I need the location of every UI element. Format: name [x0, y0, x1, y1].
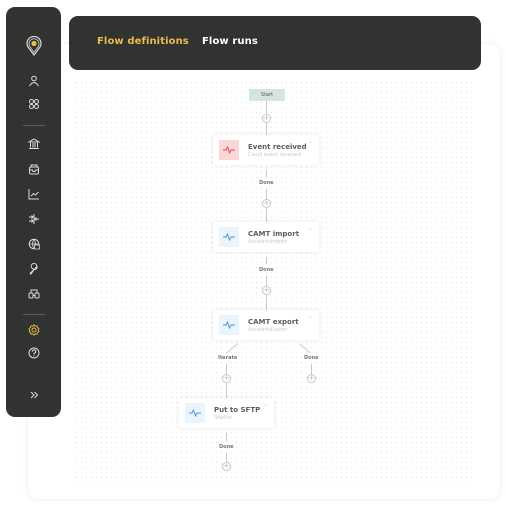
- wrench-icon[interactable]: [27, 262, 41, 276]
- help-icon[interactable]: [27, 346, 41, 360]
- chevron-down-icon[interactable]: ⌄: [308, 313, 313, 320]
- node-subtitle: AccountsExport: [248, 327, 288, 333]
- node-title: CAMT export: [248, 318, 299, 326]
- connector-line: [266, 101, 267, 115]
- pin-logo-icon[interactable]: [25, 36, 43, 56]
- add-step-button[interactable]: +: [222, 374, 231, 383]
- sidebar-divider: [23, 314, 45, 315]
- chevron-down-icon[interactable]: ⌄: [308, 138, 313, 145]
- user-icon[interactable]: [27, 74, 41, 88]
- connector-line: [311, 364, 312, 374]
- connector-line: [226, 453, 227, 462]
- tab-flow-definitions[interactable]: Flow definitions: [97, 36, 189, 47]
- connector-line: [266, 276, 267, 286]
- double-chevron-right-icon[interactable]: [27, 388, 41, 402]
- pulse-icon: [219, 227, 239, 247]
- node-title: Event received: [248, 143, 307, 151]
- node-title: CAMT import: [248, 230, 300, 238]
- header-bar: Flow definitions Flow runs: [69, 16, 481, 70]
- network-icon[interactable]: [27, 237, 41, 251]
- connector-line: [226, 383, 227, 398]
- connector-line: [266, 170, 267, 177]
- connector-line: [226, 433, 227, 441]
- connector-line: [266, 123, 267, 135]
- link-icon[interactable]: [27, 287, 41, 301]
- apps-icon[interactable]: [27, 97, 41, 111]
- edge-label-done: Done: [259, 180, 274, 186]
- node-subtitle: AccountsImport: [248, 239, 288, 245]
- node-title: Put to SFTP: [214, 406, 261, 414]
- sidebar: [6, 7, 61, 417]
- bank-icon[interactable]: [27, 137, 41, 151]
- flow-node-camt-import[interactable]: CAMT import AccountsImport ⌄: [213, 222, 319, 252]
- node-subtitle: SftpPut: [214, 415, 233, 421]
- start-node[interactable]: Start: [249, 89, 285, 101]
- flow-node-camt-export[interactable]: CAMT export AccountsExport ⌄: [213, 310, 319, 340]
- add-step-button[interactable]: +: [222, 462, 231, 471]
- tab-flow-runs[interactable]: Flow runs: [202, 36, 258, 47]
- flow-node-event-received[interactable]: Event received Cloud event received ⌄: [213, 135, 319, 165]
- pulse-icon: [219, 315, 239, 335]
- add-step-button[interactable]: +: [262, 199, 271, 208]
- flow-node-put-to-sftp[interactable]: Put to SFTP SftpPut ⌄: [179, 398, 274, 428]
- connector-line: [266, 189, 267, 199]
- chevron-down-icon[interactable]: ⌄: [308, 225, 313, 232]
- gear-icon[interactable]: [27, 323, 41, 337]
- add-step-button[interactable]: +: [262, 114, 271, 123]
- edge-label-done: Done: [219, 444, 234, 450]
- chart-icon[interactable]: [27, 187, 41, 201]
- node-subtitle: Cloud event received: [248, 152, 302, 158]
- connector-line: [226, 364, 227, 374]
- pulse-icon: [219, 140, 239, 160]
- edge-label-done: Done: [259, 267, 274, 273]
- inbox-icon[interactable]: [27, 162, 41, 176]
- add-step-button[interactable]: +: [307, 374, 316, 383]
- edge-label-done: Done: [304, 355, 319, 361]
- connector-line: [266, 208, 267, 222]
- pulse-icon: [185, 403, 205, 423]
- chevron-down-icon[interactable]: ⌄: [263, 401, 268, 408]
- edge-label-iterate: Iterate: [218, 355, 238, 361]
- merge-arrows-icon[interactable]: [27, 212, 41, 226]
- sidebar-divider: [23, 125, 45, 126]
- connector-line: [266, 257, 267, 264]
- connector-line: [266, 295, 267, 310]
- add-step-button[interactable]: +: [262, 286, 271, 295]
